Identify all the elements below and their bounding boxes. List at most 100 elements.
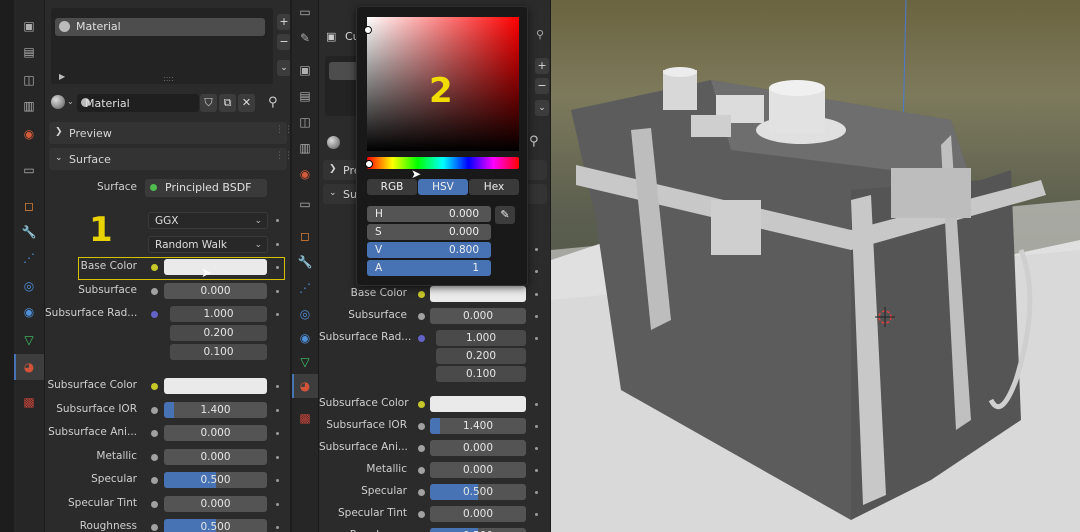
number-field[interactable]: 1.400 [164,401,267,418]
output-tab-icon[interactable]: ◫ [297,114,313,130]
material-browse-icon[interactable] [327,136,340,149]
tool-settings-icon[interactable]: ▣ [297,62,313,78]
tab-hsv[interactable]: HSV [418,179,468,195]
hue-slider[interactable] [367,157,519,169]
socket-icon[interactable] [418,489,425,496]
add-slot-button[interactable]: + [277,14,290,30]
editor-type-icon[interactable]: ▭ [297,4,313,20]
remove-slot-button[interactable]: − [535,78,549,94]
object-tab-icon[interactable]: ◻ [297,228,313,244]
socket-icon[interactable] [151,287,158,295]
picker-field-s[interactable]: S 0.000 [367,224,491,240]
sv-cursor[interactable] [364,26,372,34]
socket-icon[interactable] [418,467,425,474]
distribution-dropdown[interactable]: GGX ⌄ [148,212,268,229]
tool-tab-icon[interactable]: ✎ [297,30,313,46]
picker-field-h[interactable]: H 0.000 [367,206,491,222]
number-field[interactable]: 0.000 [430,440,526,456]
duplicate-material-button[interactable]: ⧉ [219,94,236,112]
socket-icon[interactable] [151,453,158,461]
vector-component-field[interactable]: 0.100 [170,344,267,360]
constraints-tab-icon[interactable]: ◉ [21,304,37,320]
socket-icon[interactable] [418,313,425,320]
vector-component-field[interactable]: 0.200 [436,348,526,364]
add-slot-button[interactable]: + [535,58,549,74]
render-tab-icon[interactable]: ▤ [297,88,313,104]
number-field[interactable]: 0.000 [164,495,267,512]
surface-drag-grip[interactable]: ⋮⋮ [275,151,290,161]
socket-icon[interactable] [151,406,158,414]
socket-icon[interactable] [151,524,158,531]
scene-tab-icon[interactable]: ◉ [297,166,313,182]
link-mode-icon[interactable]: ⚲ [529,134,539,149]
hue-slider-handle[interactable] [365,160,373,168]
number-field[interactable]: 0.000 [164,448,267,465]
vector-component-field[interactable]: 0.100 [436,366,526,382]
vector-component-field[interactable]: 0.200 [170,325,267,341]
number-field[interactable]: 0.000 [430,462,526,478]
number-field[interactable]: 0.500 [164,472,267,488]
render-tab-icon[interactable]: ▤ [21,44,37,60]
data-tab-icon[interactable]: ▽ [21,332,37,348]
socket-icon[interactable] [151,311,158,318]
output-tab-icon[interactable]: ◫ [21,72,37,88]
socket-icon[interactable] [418,445,425,452]
eyedropper-button[interactable]: ✎ [495,206,515,224]
vector-component-field[interactable]: 1.000 [170,306,267,322]
picker-field-v[interactable]: V 0.800 [367,242,491,258]
tab-rgb[interactable]: RGB [367,179,417,195]
color-swatch[interactable] [164,378,267,394]
socket-icon[interactable] [418,511,425,518]
view-layer-tab-icon[interactable]: ▥ [21,98,37,114]
texture-tab-icon[interactable]: ▩ [297,410,313,426]
number-field[interactable]: 0.500 [164,519,267,532]
slot-specials-button[interactable]: ⌄ [535,100,549,116]
scene-tab-icon[interactable]: ◉ [21,126,37,142]
number-field[interactable]: 0.500 [430,528,526,532]
number-field[interactable]: 1.400 [430,418,526,434]
link-mode-icon[interactable]: ⚲ [268,95,278,110]
tab-hex[interactable]: Hex [469,179,519,195]
data-tab-icon[interactable]: ▽ [297,354,313,370]
texture-tab-icon[interactable]: ▩ [21,394,37,410]
socket-icon[interactable] [151,500,158,508]
number-field[interactable]: 0.000 [164,425,267,441]
world-tab-icon[interactable]: ▭ [21,162,37,178]
browse-caret-icon[interactable]: ⌄ [67,97,74,106]
material-browse-icon[interactable] [51,95,65,109]
fake-user-button[interactable]: ⛉ [200,94,217,112]
socket-icon[interactable] [151,383,158,390]
modifier-tab-icon[interactable]: 🔧 [297,254,313,270]
socket-icon[interactable] [418,401,425,408]
socket-icon[interactable] [151,477,158,484]
vector-component-field[interactable]: 1.000 [436,330,526,346]
tool-tab-icon[interactable]: ▣ [21,18,37,34]
constraints-tab-icon[interactable]: ◉ [297,330,313,346]
unlink-material-button[interactable]: ✕ [238,94,255,112]
particles-tab-icon[interactable]: ⋰ [297,280,313,296]
modifier-tab-icon[interactable]: 🔧 [21,224,37,240]
socket-icon[interactable] [151,430,158,437]
color-swatch[interactable] [430,396,526,412]
particles-tab-icon[interactable]: ⋰ [21,250,37,266]
number-field[interactable]: 0.500 [430,484,526,500]
pin-icon[interactable]: ⚲ [536,28,544,41]
list-resize-grip[interactable]: :::: [163,74,174,83]
material-tab-icon[interactable]: ◕ [297,378,313,394]
physics-tab-icon[interactable]: ◎ [21,278,37,294]
physics-tab-icon[interactable]: ◎ [297,306,313,322]
view-layer-tab-icon[interactable]: ▥ [297,140,313,156]
remove-slot-button[interactable]: − [277,34,290,50]
socket-icon[interactable] [418,423,425,430]
preview-drag-grip[interactable]: ⋮⋮ [275,125,290,135]
expand-arrow-icon[interactable]: ▶ [59,72,65,81]
number-field[interactable]: 0.000 [430,506,526,522]
object-tab-icon[interactable]: ◻ [21,198,37,214]
slot-specials-button[interactable]: ⌄ [277,60,290,76]
material-tab-icon[interactable]: ◕ [21,359,37,375]
number-field[interactable]: 0.000 [164,282,267,299]
socket-icon[interactable] [418,335,425,342]
viewport-3d[interactable] [551,0,1080,532]
color-swatch[interactable] [430,286,526,302]
world-tab-icon[interactable]: ▭ [297,196,313,212]
